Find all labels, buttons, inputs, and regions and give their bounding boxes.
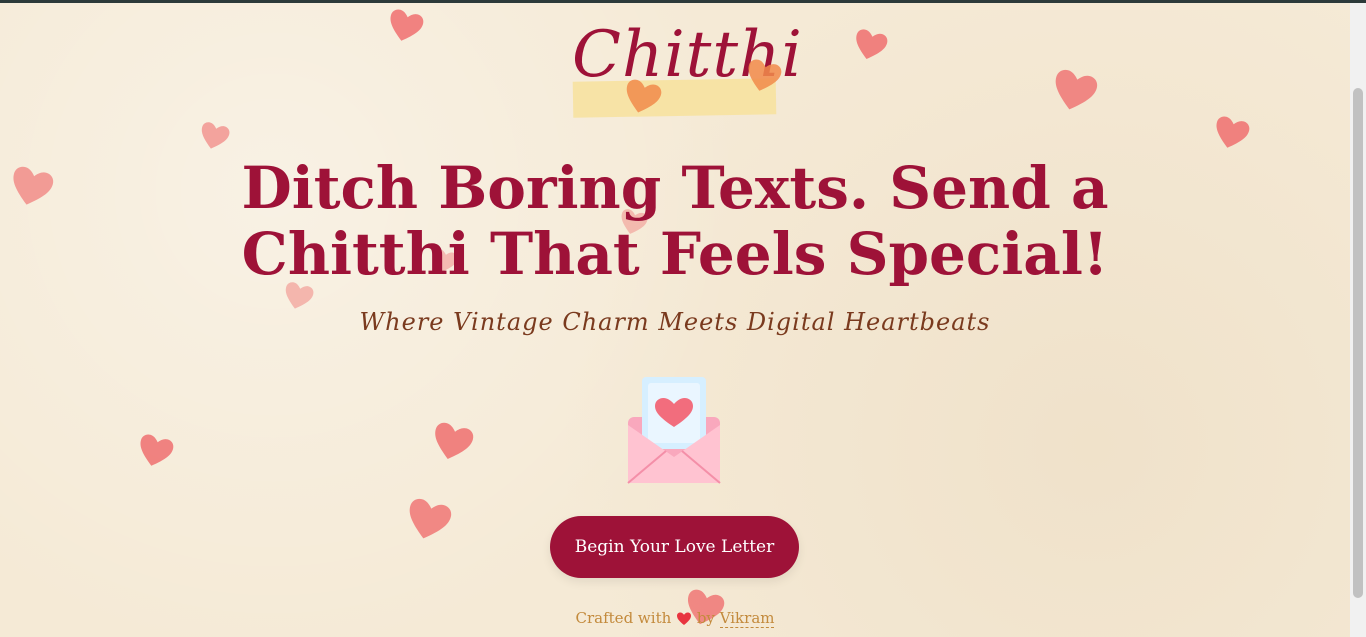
page-viewport: Chitthi Ditch Boring Texts. Send a Chitt… [0,3,1350,637]
hero-headline-line2: Chitthi That Feels Special! [241,220,1109,288]
footer-credit: Crafted with by Vikram [560,609,790,628]
scrollbar-thumb[interactable] [1353,88,1363,598]
heart-icon [390,9,424,41]
begin-love-letter-button[interactable]: Begin Your Love Letter [550,516,799,578]
vertical-scrollbar[interactable] [1350,3,1366,637]
heart-icon [409,498,452,539]
footer-prefix: Crafted with [575,609,672,627]
heart-icon [201,122,230,149]
footer-by: by [696,609,715,627]
hero-headline-line1: Ditch Boring Texts. Send a [241,154,1109,222]
hero-headline: Ditch Boring Texts. Send a Chitthi That … [230,155,1120,287]
logo: Chitthi [572,18,802,118]
heart-icon [677,612,692,625]
heart-icon [1216,116,1250,148]
hero-tagline: Where Vintage Charm Meets Digital Heartb… [359,308,991,336]
love-letter-envelope-icon [627,377,721,484]
heart-icon [435,422,474,459]
heart-icon [1055,69,1098,110]
heart-icon [140,434,174,466]
heart-icon [856,29,888,60]
heart-icon [13,166,54,205]
author-link[interactable]: Vikram [719,609,775,628]
